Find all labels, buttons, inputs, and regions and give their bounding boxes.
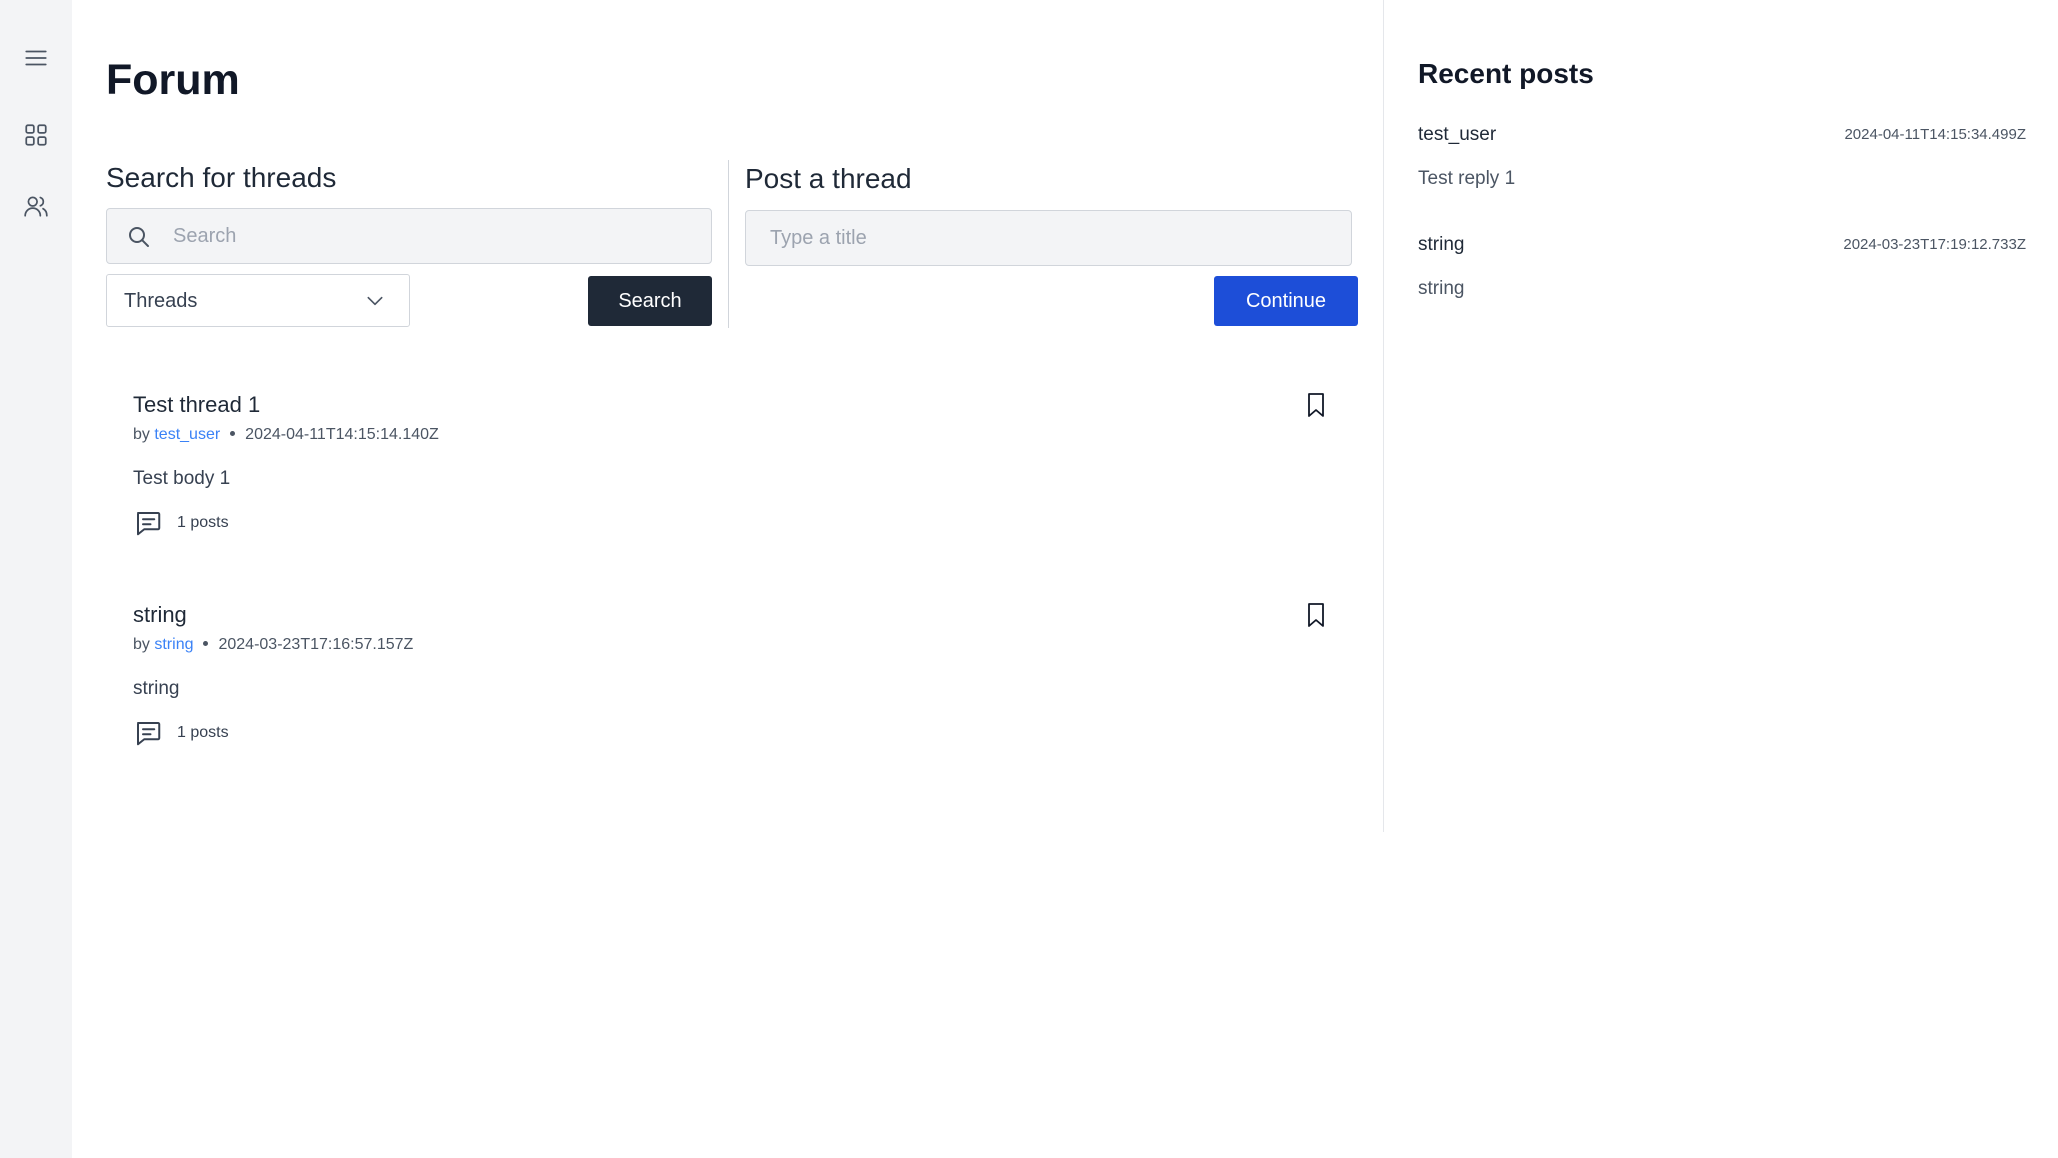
thread-timestamp: 2024-04-11T14:15:14.140Z [245, 426, 439, 443]
search-field [106, 208, 712, 264]
recent-post-timestamp: 2024-04-11T14:15:34.499Z [1844, 126, 2026, 143]
thread-timestamp: 2024-03-23T17:16:57.157Z [218, 636, 414, 653]
search-heading: Search for threads [106, 162, 337, 193]
bookmark-icon[interactable] [1305, 602, 1327, 628]
thread-title-field [745, 210, 1352, 266]
sidebar-rail [0, 0, 72, 1158]
continue-button[interactable]: Continue [1214, 276, 1358, 326]
recent-posts-heading: Recent posts [1418, 58, 1594, 89]
recent-posts-panel: Recent posts test_user 2024-04-11T14:15:… [1418, 0, 2030, 400]
separator-dot [230, 431, 236, 436]
thread-title-input[interactable] [768, 211, 1328, 265]
comment-icon [133, 718, 163, 748]
thread-body: Test body 1 [133, 468, 231, 489]
forum-main: Forum Search for threads Threads Search … [72, 0, 1384, 832]
recent-post-user: string [1418, 234, 1465, 255]
thread-meta: by string 2024-03-23T17:16:57.157Z [133, 636, 413, 654]
separator-dot [203, 641, 209, 646]
search-type-value: Threads [124, 290, 198, 312]
recent-post-body: Test reply 1 [1418, 168, 1516, 189]
search-input[interactable] [171, 209, 691, 263]
bookmark-icon[interactable] [1305, 392, 1327, 418]
post-count-label: 1 posts [177, 724, 229, 741]
search-type-select[interactable]: Threads [106, 274, 410, 327]
chevron-down-icon [365, 291, 385, 311]
comment-icon [133, 508, 163, 538]
dashboard-icon[interactable] [20, 119, 52, 151]
thread-post-count[interactable]: 1 posts [133, 508, 229, 538]
recent-post-user: test_user [1418, 124, 1497, 145]
thread-body: string [133, 678, 180, 699]
menu-icon[interactable] [20, 42, 52, 74]
search-button[interactable]: Search [588, 276, 712, 326]
thread-author-link[interactable]: test_user [154, 426, 220, 443]
thread-by-label: by [133, 636, 150, 653]
post-count-label: 1 posts [177, 514, 229, 531]
users-icon[interactable] [20, 190, 52, 222]
section-divider [728, 160, 729, 328]
thread-author-link[interactable]: string [154, 636, 193, 653]
page-title: Forum [106, 56, 240, 104]
search-icon [127, 225, 151, 249]
post-thread-heading: Post a thread [745, 163, 912, 194]
recent-post-body: string [1418, 278, 1465, 299]
thread-title[interactable]: string [133, 602, 187, 628]
thread-by-label: by [133, 426, 150, 443]
thread-meta: by test_user 2024-04-11T14:15:14.140Z [133, 426, 439, 444]
recent-post-timestamp: 2024-03-23T17:19:12.733Z [1843, 236, 2026, 253]
thread-post-count[interactable]: 1 posts [133, 718, 229, 748]
thread-title[interactable]: Test thread 1 [133, 392, 260, 418]
